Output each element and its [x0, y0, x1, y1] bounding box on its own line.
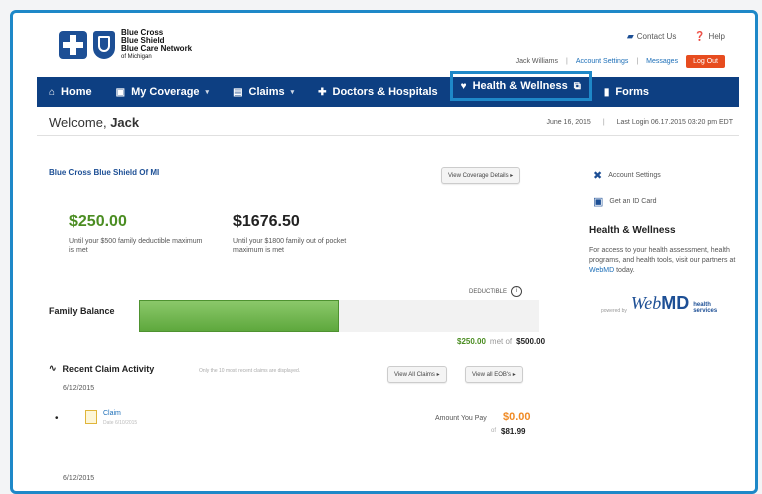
messages-link[interactable]: Messages [646, 58, 678, 65]
id-card-icon: ▣ [115, 86, 126, 98]
welcome-name: Jack [110, 115, 140, 130]
caret-down-icon: ▾ [290, 89, 295, 96]
current-date: June 16, 2015 [546, 119, 591, 126]
brand-text: Blue Cross Blue Shield Blue Care Network… [121, 29, 192, 61]
header: Blue Cross Blue Shield Blue Care Network… [13, 13, 755, 73]
page-frame: Blue Cross Blue Shield Blue Care Network… [10, 10, 758, 494]
webmd-wordmark: WebMD [630, 293, 690, 313]
claim-date-2: 6/12/2015 [63, 475, 95, 482]
id-card-icon: ▣ [593, 196, 604, 208]
oop-remaining: $1676.50 [233, 213, 300, 230]
bcbs-logo[interactable]: Blue Cross Blue Shield Blue Care Network… [59, 29, 192, 61]
plan-name: Blue Cross Blue Shield Of MI [49, 168, 160, 177]
claim-subtext: Date 6/10/2015 [103, 420, 138, 426]
nav-my-coverage[interactable]: ▣ My Coverage ▾ [104, 77, 221, 107]
help-label: Help [708, 32, 725, 41]
view-coverage-details-button[interactable]: View Coverage Details ▸ [441, 167, 521, 184]
claim-link[interactable]: Claim [103, 410, 121, 417]
welcome-heading: Welcome, Jack [49, 115, 139, 130]
nav-health-wellness[interactable]: ♥ Health & Wellness ⧉ [449, 71, 592, 101]
claim-date: 6/12/2015 [63, 385, 95, 392]
amount-you-pay-label: Amount You Pay [435, 415, 487, 422]
heart-icon: ♥ [460, 80, 467, 92]
recent-claim-title: Recent Claim Activity [62, 363, 155, 374]
external-link-icon: ⧉ [573, 80, 581, 92]
balance-values: $250.00 met of $500.00 [457, 337, 545, 346]
amount-you-pay-value: $0.00 [503, 411, 531, 423]
deductible-description: Until your $500 family deductible maximu… [69, 238, 203, 254]
nav-home-label: Home [61, 86, 92, 98]
health-services-text: health services [693, 302, 718, 314]
sidebar-id-card-label: Get an ID Card [609, 198, 657, 205]
total-prefix: of [491, 428, 497, 434]
nav-doctors-hospitals[interactable]: ✚ Doctors & Hospitals [306, 77, 450, 107]
date-line: June 16, 2015 | Last Login 06.17.2015 03… [546, 119, 733, 126]
view-all-eobs-button[interactable]: View all EOB's ▸ [465, 366, 523, 383]
home-icon: ⌂ [49, 86, 56, 98]
webmd-logo[interactable]: powered by WebMD health services [601, 293, 717, 314]
info-icon: i [511, 286, 523, 297]
balance-met: $250.00 [457, 337, 486, 346]
forms-icon: ▮ [603, 86, 610, 98]
blue-shield-icon [93, 31, 115, 59]
deductible-toggle[interactable]: DEDUCTIBLE i [469, 286, 523, 297]
balance-max: $500.00 [516, 337, 546, 346]
family-balance-bar-fill [139, 300, 339, 332]
claims-note: Only the 10 most recent claims are displ… [199, 368, 301, 374]
logout-button[interactable]: Log Out [686, 55, 725, 68]
document-icon [85, 410, 97, 424]
blue-cross-icon [59, 31, 87, 59]
webmd-link[interactable]: WebMD [589, 267, 614, 274]
tools-icon: ✖ [593, 170, 603, 182]
bullet-icon: • [55, 413, 59, 424]
powered-by: powered by [601, 308, 627, 314]
activity-pulse-icon: ∿ [49, 363, 57, 373]
family-balance-label: Family Balance [49, 306, 115, 316]
account-settings-link[interactable]: Account Settings [576, 58, 629, 65]
last-login: Last Login 06.17.2015 03:20 pm EDT [616, 119, 733, 126]
contact-us-label: Contact Us [636, 32, 677, 41]
sidebar-account-settings-label: Account Settings [608, 172, 661, 179]
family-balance-bar [139, 300, 539, 332]
nav-forms-label: Forms [615, 86, 650, 98]
main-nav: ⌂ Home ▣ My Coverage ▾ ▤ Claims ▾ ✚ Doctors & … [37, 71, 739, 107]
recent-claim-activity-heading: ∿ Recent Claim Activity [49, 363, 154, 374]
user-name: Jack Williams [515, 58, 558, 65]
health-wellness-text: For access to your health assessment, he… [589, 246, 739, 276]
nav-health-label: Health & Wellness [472, 80, 568, 92]
welcome-prefix: Welcome, [49, 115, 107, 130]
caret-down-icon: ▾ [205, 89, 210, 96]
oop-description: Until your $1800 family out of pocket ma… [233, 238, 347, 254]
nav-doctors-label: Doctors & Hospitals [332, 86, 438, 98]
health-wellness-heading: Health & Wellness [589, 225, 676, 236]
claim-total-value: $81.99 [501, 427, 526, 436]
view-all-claims-button[interactable]: View All Claims ▸ [387, 366, 447, 383]
plus-icon: ✚ [318, 86, 327, 98]
claims-icon: ▤ [233, 86, 243, 98]
brand-line4: of Michigan [121, 54, 152, 60]
deductible-remaining: $250.00 [69, 213, 127, 230]
user-bar: Jack Williams | Account Settings | Messa… [516, 55, 725, 68]
chat-icon: ▰ [626, 31, 634, 41]
hw-text-1: For access to your health assessment, he… [589, 247, 736, 264]
hw-text-2: today. [616, 267, 635, 274]
nav-claims[interactable]: ▤ Claims ▾ [221, 77, 306, 107]
nav-home[interactable]: ⌂ Home [37, 77, 104, 107]
sidebar-account-settings[interactable]: ✖ Account Settings [593, 169, 661, 182]
sidebar-get-id-card[interactable]: ▣ Get an ID Card [593, 195, 656, 208]
help-link[interactable]: ❓ Help [694, 31, 725, 42]
nav-claims-label: Claims [248, 86, 285, 98]
balance-of-text: met of [489, 337, 513, 346]
nav-coverage-label: My Coverage [131, 86, 200, 98]
brand-line3: Blue Care Network [121, 44, 193, 53]
deductible-toggle-label: DEDUCTIBLE [469, 288, 508, 295]
contact-us-link[interactable]: ▰ Contact Us [627, 31, 677, 42]
nav-forms[interactable]: ▮ Forms [592, 77, 661, 107]
top-links: ▰ Contact Us ❓ Help [627, 31, 725, 42]
divider [37, 135, 739, 136]
help-icon: ❓ [694, 31, 706, 41]
